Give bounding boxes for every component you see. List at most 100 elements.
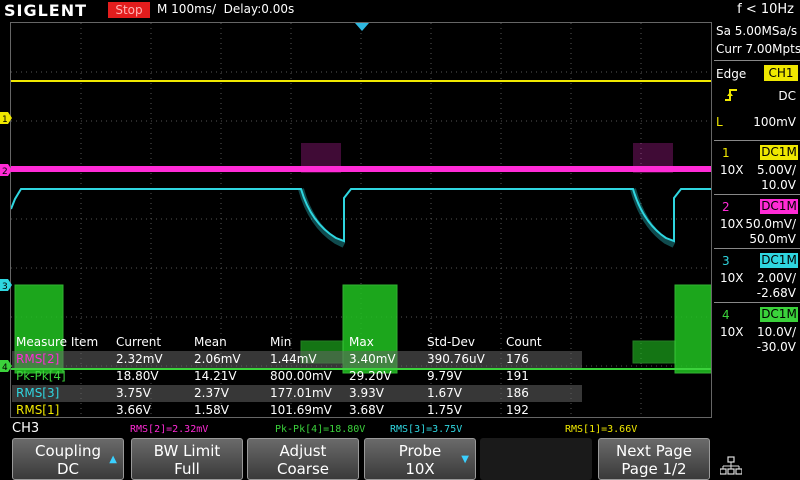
softkey-value: Coarse — [276, 460, 330, 478]
softkey-label: Next Page — [615, 442, 693, 460]
svg-text:2: 2 — [2, 167, 8, 177]
measure-value: 192 — [506, 403, 529, 417]
measure-value: 14.21V — [194, 369, 237, 383]
measure-value: 1.44mV — [270, 352, 317, 366]
channel-offset: -30.0V — [756, 340, 796, 354]
channel-probe: 10X — [720, 217, 744, 231]
channel-panel-3[interactable]: 3 DC1M 10X 2.00V/-2.68V — [714, 248, 800, 306]
channel-coupling: DC1M — [760, 307, 798, 322]
measure-value: 176 — [506, 352, 529, 366]
channel-scale: 10.0V/ — [757, 325, 796, 339]
softkey-label: Coupling — [34, 442, 102, 460]
measure-value: 800.00mV — [270, 369, 332, 383]
brand-logo: SIGLENT — [4, 1, 88, 20]
channel-offset: -2.68V — [756, 286, 796, 300]
trigger-position-marker — [355, 23, 369, 31]
channel-number: 2 — [722, 200, 730, 214]
measure-value: 1.67V — [427, 386, 462, 400]
trigger-panel[interactable]: Edge CH1 DC L 100mV — [714, 60, 800, 139]
arrow-down-icon: ▼ — [461, 454, 469, 465]
measure-value: 2.37V — [194, 386, 229, 400]
channel-probe: 10X — [720, 271, 744, 285]
svg-text:1: 1 — [2, 115, 8, 125]
channel-markers: 1 2 3 4 — [0, 112, 12, 373]
measure-value: 3.93V — [349, 386, 384, 400]
network-icon — [720, 456, 742, 475]
softkey-coupling[interactable]: Coupling DC ▲ — [12, 438, 124, 480]
measure-value: 9.79V — [427, 369, 462, 383]
timebase-readout[interactable]: M 100ms/ Delay:0.00s — [157, 2, 294, 16]
softkey-label: Probe — [398, 442, 442, 460]
channel-probe: 10X — [720, 163, 744, 177]
channel-number: 1 — [722, 146, 730, 160]
right-info-panel: Sa 5.00MSa/s Curr 7.00Mpts Edge CH1 DC L… — [714, 20, 800, 420]
trigger-level-label: L — [716, 115, 723, 129]
svg-text:4: 4 — [2, 363, 8, 373]
softkey-label: BW Limit — [153, 442, 221, 460]
channel-coupling: DC1M — [760, 145, 798, 160]
measure-value: 2.06mV — [194, 352, 241, 366]
measure-header-cell: Min — [270, 335, 292, 349]
channel-coupling: DC1M — [760, 199, 798, 214]
measure-item-name: RMS[3] — [16, 386, 60, 400]
softkey-value: 10X — [405, 460, 435, 478]
channel-offset: 50.0mV — [749, 232, 796, 246]
softkey-bw-limit[interactable]: BW Limit Full — [131, 438, 243, 480]
channel-coupling: DC1M — [760, 253, 798, 268]
measure-value: 3.40mV — [349, 352, 396, 366]
measure-value: 3.75V — [116, 386, 151, 400]
measurement-table: Measure Item Current Mean Min Max Std-Dev Coun… — [12, 334, 582, 419]
softkey-value: Page 1/2 — [621, 460, 687, 478]
run-stop-badge[interactable]: Stop — [108, 2, 150, 18]
measure-summary-item: RMS[3]=3.75V — [390, 424, 463, 435]
frequency-counter: f < 10Hz — [737, 2, 794, 17]
softkey-empty[interactable] — [480, 438, 592, 480]
measure-row[interactable]: RMS[1] 3.66V 1.58V 101.69mV 3.68V 1.75V 192 — [12, 402, 582, 419]
memory-depth: Curr 7.00Mpts — [716, 42, 800, 56]
measure-row[interactable]: Pk-Pk[4] 18.80V 14.21V 800.00mV 29.20V 9.79V 1… — [12, 368, 582, 385]
measure-value: 2.32mV — [116, 352, 163, 366]
measure-value: 18.80V — [116, 369, 159, 383]
channel-panel-2[interactable]: 2 DC1M 10X 50.0mV/50.0mV — [714, 194, 800, 252]
softkey-adjust[interactable]: Adjust Coarse — [247, 438, 359, 480]
measure-value: 3.68V — [349, 403, 384, 417]
measure-item-name: RMS[1] — [16, 403, 60, 417]
channel-scale: 50.0mV/ — [745, 217, 796, 231]
measure-summary-item: RMS[2]=2.32mV — [130, 424, 209, 435]
measure-row[interactable]: RMS[3] 3.75V 2.37V 177.01mV 3.93V 1.67V 186 — [12, 385, 582, 402]
channel-number: 4 — [722, 308, 730, 322]
trigger-coupling: DC — [778, 89, 796, 103]
sample-rate: Sa 5.00MSa/s — [716, 24, 798, 38]
softkey-probe[interactable]: Probe 10X ▼ — [364, 438, 476, 480]
measure-header-cell: Max — [349, 335, 374, 349]
channel-probe: 10X — [720, 325, 744, 339]
measure-header-cell: Measure Item — [16, 335, 99, 349]
measure-summary-item: RMS[1]=3.66V — [565, 424, 638, 435]
svg-text:3: 3 — [2, 282, 8, 292]
softkey-label: Adjust — [279, 442, 327, 460]
channel-number: 3 — [722, 254, 730, 268]
measure-row[interactable]: RMS[2] 2.32mV 2.06mV 1.44mV 3.40mV 390.76uV 17… — [12, 351, 582, 368]
measure-summary-item: Pk-Pk[4]=18.80V — [275, 424, 366, 435]
channel-panel-1[interactable]: 1 DC1M 10X 5.00V/10.0V — [714, 140, 800, 198]
channel-panel-4[interactable]: 4 DC1M 10X 10.0V/-30.0V — [714, 302, 800, 360]
rising-edge-icon — [725, 89, 737, 101]
arrow-up-icon: ▲ — [109, 454, 117, 465]
softkey-next-page[interactable]: Next Page Page 1/2 — [598, 438, 710, 480]
measure-value: 1.58V — [194, 403, 229, 417]
channel-offset: 10.0V — [761, 178, 796, 192]
channel-scale: 5.00V/ — [757, 163, 796, 177]
softkey-value: DC — [56, 460, 80, 478]
measure-value: 186 — [506, 386, 529, 400]
measure-value: 177.01mV — [270, 386, 332, 400]
measure-header-row: Measure Item Current Mean Min Max Std-Dev Coun… — [12, 334, 582, 351]
trigger-type: Edge — [716, 67, 747, 81]
measure-value: 191 — [506, 369, 529, 383]
measure-header-cell: Mean — [194, 335, 227, 349]
measure-header-cell: Current — [116, 335, 162, 349]
measure-header-cell: Count — [506, 335, 542, 349]
trigger-level: 100mV — [753, 115, 796, 129]
measure-item-name: Pk-Pk[4] — [16, 369, 66, 383]
measure-value: 1.75V — [427, 403, 462, 417]
trigger-source[interactable]: CH1 — [764, 65, 798, 81]
